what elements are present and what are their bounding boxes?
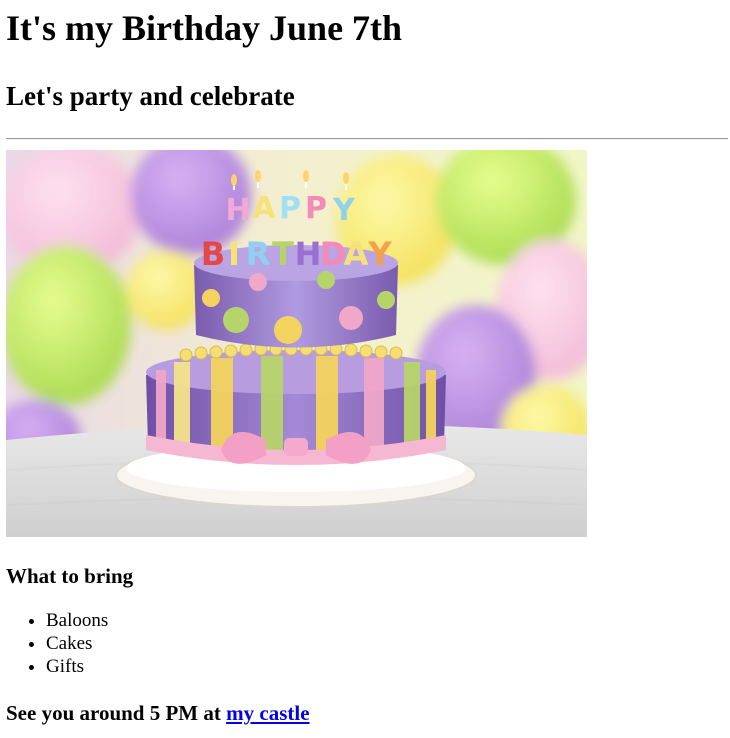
- footer-message: See you around 5 PM at: [6, 701, 227, 725]
- page-title: It's my Birthday June 7th: [6, 8, 403, 48]
- divider: [6, 138, 728, 140]
- candle-letter: D: [320, 235, 347, 273]
- list-item: Cakes: [46, 632, 724, 655]
- candle-letter: A: [252, 191, 276, 226]
- birthday-cake-image: H A P P Y B I R T H D A Y: [6, 150, 587, 537]
- candle-letter: T: [272, 235, 294, 273]
- list-item: Baloons: [46, 609, 724, 632]
- footer-text: See you around 5 PM at my castle: [6, 700, 724, 726]
- candle-letter: R: [246, 235, 271, 273]
- bring-list: Baloons Cakes Gifts: [6, 609, 724, 678]
- location-link[interactable]: my castle: [226, 701, 309, 725]
- candle-letter: H: [295, 235, 322, 273]
- bring-heading: What to bring: [6, 564, 134, 588]
- candle-letter: Y: [332, 193, 356, 228]
- list-item: Gifts: [46, 655, 724, 678]
- candle-letter: Y: [367, 235, 392, 273]
- page: It's my Birthday June 7th Let's party an…: [0, 6, 730, 726]
- page-subtitle: Let's party and celebrate: [6, 81, 295, 111]
- candle-letter: H: [225, 193, 250, 228]
- candle-letter: I: [228, 235, 240, 273]
- candle-letter: P: [279, 191, 301, 226]
- candle-letter: B: [201, 235, 225, 273]
- candle-letter: P: [305, 191, 327, 226]
- candle-letter: A: [344, 235, 369, 273]
